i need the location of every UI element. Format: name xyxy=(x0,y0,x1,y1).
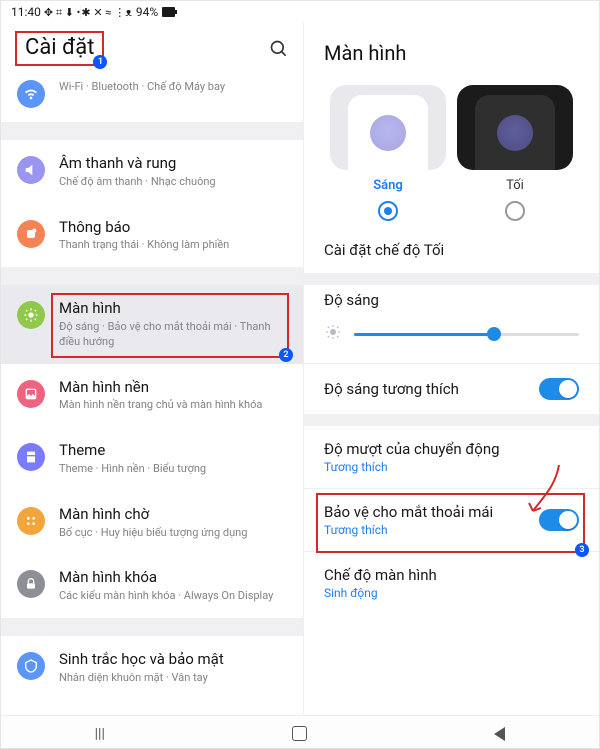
battery-icon xyxy=(162,7,178,17)
sidebar-item-homescreen-title: Màn hình chờ xyxy=(59,505,287,524)
sidebar-item-themes[interactable]: Theme Theme · Hình nền · Biểu tượng xyxy=(1,427,303,491)
adaptive-brightness-row[interactable]: Độ sáng tương thích xyxy=(304,364,599,414)
status-right: ✱ ✕ ≈ ⋮ᴥ 94% xyxy=(80,5,589,19)
brightness-slider[interactable] xyxy=(354,325,579,343)
eye-comfort-sub: Tương thích xyxy=(324,523,527,537)
eye-comfort-title: Bảo vệ cho mắt thoải mái xyxy=(324,503,493,521)
eye-comfort-row[interactable]: Bảo vệ cho mắt thoải mái Tương thích xyxy=(304,489,599,551)
settings-sidebar: Cài đặt 1 Wi-Fi · Bluetooth · Chế độ Máy… xyxy=(1,23,303,715)
sidebar-item-display-title: Màn hình xyxy=(59,299,287,318)
sidebar-item-connections-sub: Wi-Fi · Bluetooth · Chế độ Máy bay xyxy=(59,80,287,95)
theme-mode-row: Sáng Tối xyxy=(304,85,599,227)
sidebar-item-sound[interactable]: Âm thanh và rung Chế độ âm thanh · Nhạc … xyxy=(1,140,303,204)
sidebar-item-sound-title: Âm thanh và rung xyxy=(59,154,287,173)
sidebar-item-biometrics-title: Sinh trắc học và bảo mật xyxy=(59,650,287,669)
display-header: Màn hình xyxy=(304,23,599,77)
status-battery: 94% xyxy=(136,5,158,19)
sidebar-item-themes-sub: Theme · Hình nền · Biểu tượng xyxy=(59,462,287,477)
sidebar-item-wallpaper-sub: Màn hình nền trang chủ và màn hình khóa xyxy=(59,398,287,413)
motion-smoothness-sub: Tương thích xyxy=(324,460,579,474)
theme-option-light[interactable]: Sáng xyxy=(326,85,450,221)
sidebar-item-notifications-title: Thông báo xyxy=(59,218,287,237)
theme-preview-dark xyxy=(457,85,573,170)
adaptive-brightness-label: Độ sáng tương thích xyxy=(324,380,459,398)
search-icon xyxy=(269,39,289,59)
dark-mode-settings-row[interactable]: Cài đặt chế độ Tối xyxy=(304,227,599,273)
status-time: 11:40 xyxy=(11,5,41,19)
theme-radio-light[interactable] xyxy=(378,201,398,221)
screen-mode-sub: Sinh động xyxy=(324,586,579,600)
status-right-icons: ✱ ✕ ≈ ⋮ᴥ xyxy=(81,6,132,19)
sidebar-item-homescreen-sub: Bố cục · Huy hiệu biểu tượng ứng dụng xyxy=(59,526,287,541)
android-nav-bar: ||| xyxy=(1,715,599,749)
nav-home-button[interactable] xyxy=(292,726,307,741)
brightness-block: Độ sáng xyxy=(304,285,599,363)
status-left: 11:40 ✥ ⌗ ⬇ • xyxy=(11,5,80,20)
lockscreen-icon xyxy=(17,570,45,598)
dark-mode-settings-label: Cài đặt chế độ Tối xyxy=(324,241,444,259)
theme-radio-dark[interactable] xyxy=(505,201,525,221)
nav-back-button[interactable] xyxy=(494,727,505,741)
settings-title-highlight: Cài đặt 1 xyxy=(15,31,104,66)
display-settings-panel: Màn hình Sáng Tối Cài xyxy=(303,23,599,715)
theme-label-dark: Tối xyxy=(506,178,524,193)
screen-mode-row[interactable]: Chế độ màn hình Sinh động xyxy=(304,552,599,614)
sidebar-item-lockscreen-sub: Các kiểu màn hình khóa · Always On Displ… xyxy=(59,589,287,604)
sidebar-item-homescreen[interactable]: Màn hình chờ Bố cục · Huy hiệu biểu tượn… xyxy=(1,491,303,555)
sidebar-item-lockscreen-title: Màn hình khóa xyxy=(59,568,287,587)
themes-icon xyxy=(17,443,45,471)
sidebar-item-display-sub: Độ sáng · Bảo vệ cho mắt thoải mái · Tha… xyxy=(59,320,287,350)
screen-mode-title: Chế độ màn hình xyxy=(324,566,437,584)
sidebar-item-notifications-sub: Thanh trạng thái · Không làm phiền xyxy=(59,238,287,253)
theme-preview-light xyxy=(330,85,446,170)
eye-comfort-toggle[interactable] xyxy=(539,509,579,531)
sidebar-item-sound-sub: Chế độ âm thanh · Nhạc chuông xyxy=(59,175,287,190)
notifications-icon xyxy=(17,220,45,248)
nav-recent-button[interactable]: ||| xyxy=(95,726,105,742)
adaptive-brightness-toggle[interactable] xyxy=(539,378,579,400)
sidebar-item-lockscreen[interactable]: Màn hình khóa Các kiểu màn hình khóa · A… xyxy=(1,554,303,618)
wallpaper-icon xyxy=(17,380,45,408)
sidebar-item-display[interactable]: Màn hình Độ sáng · Bảo vệ cho mắt thoải … xyxy=(1,285,303,363)
sidebar-item-themes-title: Theme xyxy=(59,441,287,460)
sidebar-item-wallpaper-title: Màn hình nền xyxy=(59,378,287,397)
brightness-label: Độ sáng xyxy=(324,291,579,309)
motion-smoothness-title: Độ mượt của chuyển động xyxy=(324,440,500,458)
motion-smoothness-row[interactable]: Độ mượt của chuyển động Tương thích xyxy=(304,426,599,488)
homescreen-icon xyxy=(17,507,45,535)
search-button[interactable] xyxy=(269,39,289,59)
sidebar-item-wallpaper[interactable]: Màn hình nền Màn hình nền trang chủ và m… xyxy=(1,364,303,428)
display-icon xyxy=(17,301,45,329)
status-left-icons: ✥ ⌗ ⬇ • xyxy=(44,6,81,19)
theme-option-dark[interactable]: Tối xyxy=(453,85,577,221)
sidebar-item-biometrics-sub: Nhân diện khuôn mặt · Vân tay xyxy=(59,671,287,686)
biometrics-icon xyxy=(17,652,45,680)
status-bar: 11:40 ✥ ⌗ ⬇ • ✱ ✕ ≈ ⋮ᴥ 94% xyxy=(1,1,599,23)
settings-title: Cài đặt xyxy=(25,35,94,60)
sidebar-item-biometrics[interactable]: Sinh trắc học và bảo mật Nhân diện khuôn… xyxy=(1,636,303,686)
annotation-badge-2: 2 xyxy=(279,348,293,362)
annotation-badge-1: 1 xyxy=(93,55,107,69)
settings-header: Cài đặt 1 xyxy=(1,23,303,78)
sidebar-item-connections[interactable]: Wi-Fi · Bluetooth · Chế độ Máy bay xyxy=(1,78,303,122)
phone-screen: 11:40 ✥ ⌗ ⬇ • ✱ ✕ ≈ ⋮ᴥ 94% Cài đặt 1 xyxy=(0,0,600,749)
sound-icon xyxy=(17,156,45,184)
sidebar-item-notifications[interactable]: Thông báo Thanh trạng thái · Không làm p… xyxy=(1,204,303,268)
brightness-sun-icon xyxy=(324,323,342,345)
connections-icon xyxy=(17,80,45,108)
theme-label-light: Sáng xyxy=(373,178,403,193)
